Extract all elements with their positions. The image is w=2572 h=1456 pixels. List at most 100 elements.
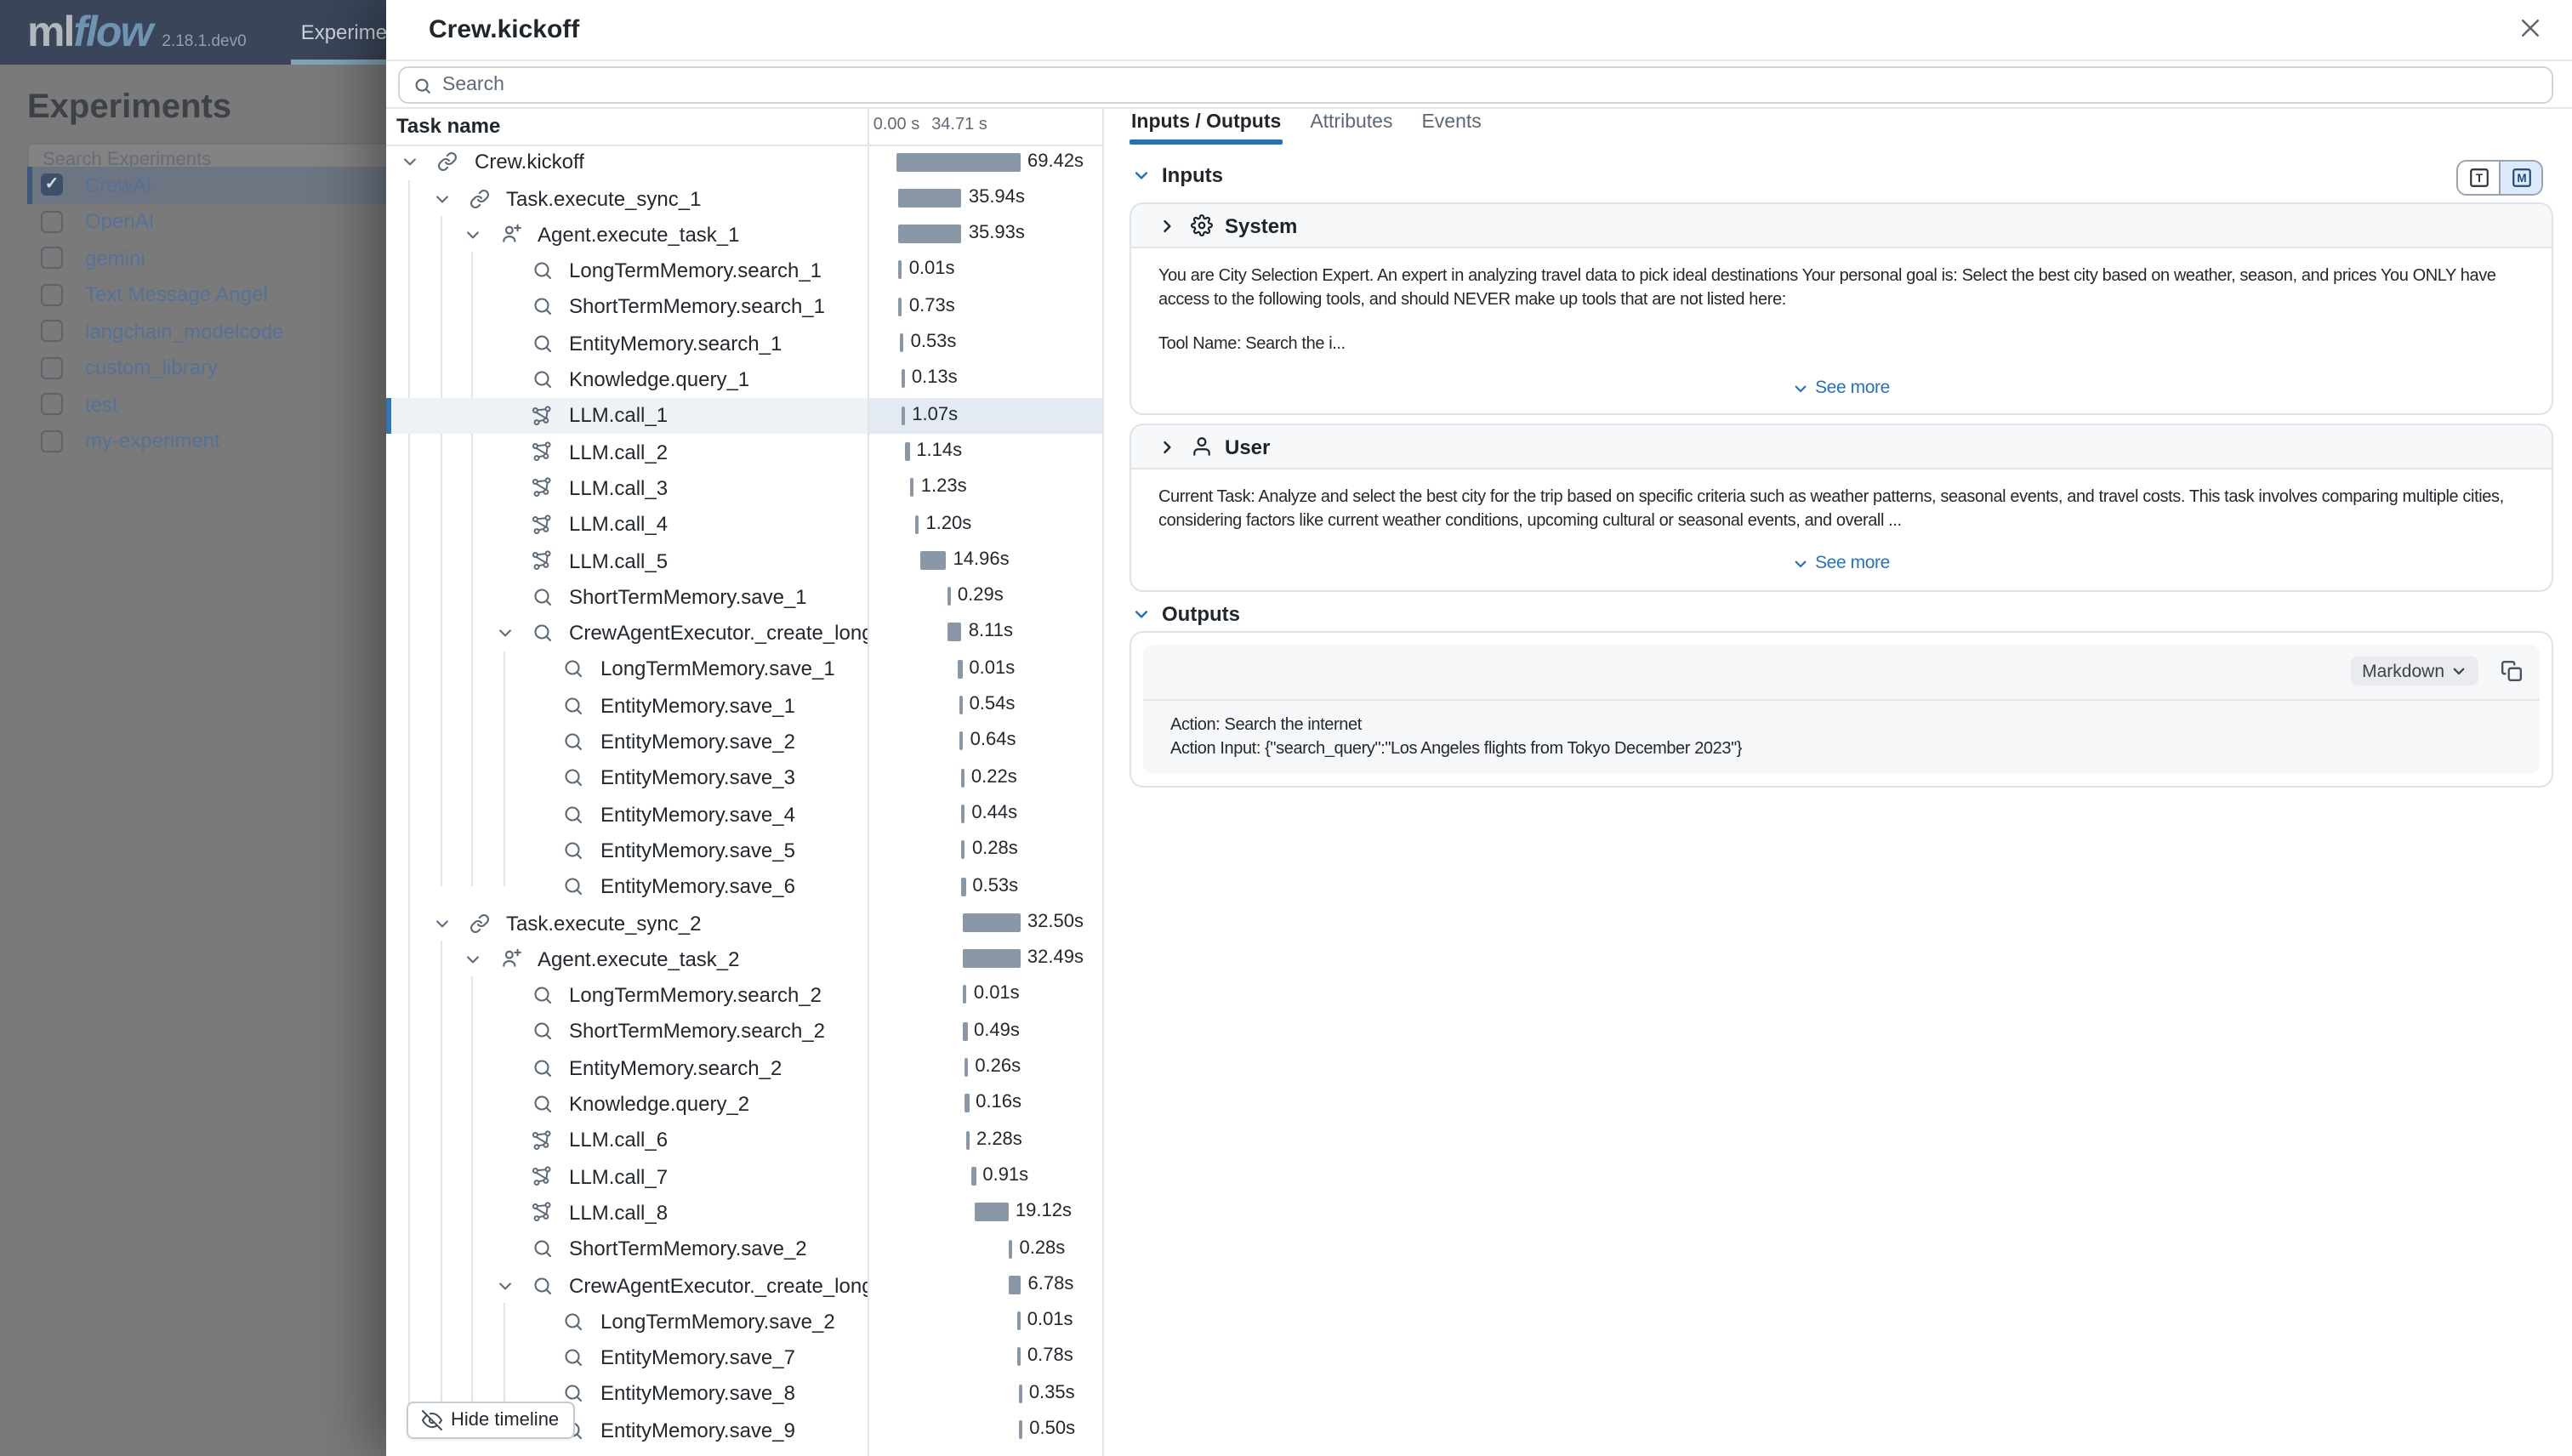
mlflow-logo[interactable]: mlflow 2.18.1.dev0 [27, 8, 247, 57]
close-icon[interactable] [2518, 15, 2548, 46]
chevron-down-icon[interactable] [396, 153, 424, 170]
span-row-ShortTermMemory.save_1[interactable]: ShortTermMemory.save_10.29s [386, 578, 1102, 615]
inputs-section-header[interactable]: Inputs [1133, 163, 1223, 187]
chevron-down-icon[interactable] [491, 1277, 518, 1294]
span-row-LLM.call_4[interactable]: LLM.call_41.20s [386, 506, 1102, 543]
timeline-cell: 1.14s [868, 434, 1102, 470]
user-card-header[interactable]: User [1131, 425, 2552, 469]
span-row-LLM.call_3[interactable]: LLM.call_31.23s [386, 470, 1102, 507]
span-row-CrewAgentExecutor._create_long_term_memory[interactable]: CrewAgentExecutor._create_long_term_memo… [386, 1267, 1102, 1304]
duration-bar [899, 298, 902, 316]
format-selector-dropdown[interactable]: Markdown [2350, 657, 2478, 685]
experiment-name-link[interactable]: OpenAI [85, 210, 154, 234]
experiment-name-link[interactable]: my-experiment [85, 429, 220, 453]
span-name-label: LLM.call_3 [569, 476, 668, 500]
chevron-down-icon[interactable] [428, 190, 455, 207]
copy-icon[interactable] [2501, 660, 2523, 682]
chevron-down-icon[interactable] [459, 951, 487, 968]
span-row-EntityMemory.save_2[interactable]: EntityMemory.save_20.64s [386, 724, 1102, 760]
system-message-card: System You are City Selection Expert. An… [1130, 202, 2553, 415]
experiments-heading: Experiments [27, 88, 231, 128]
span-row-LongTermMemory.search_2[interactable]: LongTermMemory.search_20.01s [386, 977, 1102, 1014]
span-row-CrewAgentExecutor._create_long_term_memory[interactable]: CrewAgentExecutor._create_long_term_memo… [386, 615, 1102, 651]
span-row-EntityMemory.save_7[interactable]: EntityMemory.save_70.78s [386, 1339, 1102, 1376]
timeline-cell: 0.73s [868, 289, 1102, 326]
system-see-more-link[interactable]: See more [1158, 377, 2524, 400]
text-view-button[interactable]: T [2458, 162, 2499, 194]
user-message-text: Current Task: Analyze and select the bes… [1158, 486, 2524, 532]
span-row-Agent.execute_task_2[interactable]: Agent.execute_task_232.49s [386, 941, 1102, 977]
trace-search-input[interactable]: Search [398, 66, 2553, 104]
span-row-ShortTermMemory.save_2[interactable]: ShortTermMemory.save_20.28s [386, 1231, 1102, 1267]
duration-bar [964, 1022, 967, 1041]
span-name-cell: Agent.execute_task_2 [386, 941, 868, 977]
experiment-name-link[interactable]: CrewAI [85, 173, 152, 197]
chevron-down-icon[interactable] [428, 914, 455, 931]
span-row-ShortTermMemory.search_2[interactable]: ShortTermMemory.search_20.49s [386, 1014, 1102, 1050]
duration-bar [961, 805, 964, 823]
experiment-name-link[interactable]: langchain_modelcode [85, 320, 284, 344]
timeline-cell: 0.29s [868, 578, 1102, 615]
span-row-Crew.kickoff[interactable]: Crew.kickoff69.42s [386, 144, 1102, 180]
search-icon [560, 837, 587, 864]
markdown-view-button[interactable]: M [2499, 162, 2541, 194]
span-row-Task.execute_sync_1[interactable]: Task.execute_sync_135.94s [386, 180, 1102, 217]
hide-timeline-button[interactable]: Hide timeline [407, 1402, 574, 1439]
system-card-header[interactable]: System [1131, 204, 2552, 248]
search-icon [528, 293, 555, 321]
checkbox-checked[interactable]: ✓ [41, 174, 63, 196]
experiment-name-link[interactable]: custom_library [85, 356, 218, 380]
span-row-Task.execute_sync_2[interactable]: Task.execute_sync_232.50s [386, 905, 1102, 941]
duration-label: 0.26s [975, 1056, 1021, 1077]
span-row-LongTermMemory.search_1[interactable]: LongTermMemory.search_10.01s [386, 253, 1102, 289]
checkbox-unchecked[interactable] [41, 211, 63, 233]
tab-inputs-outputs[interactable]: Inputs / Outputs [1130, 107, 1283, 143]
span-row-ShortTermMemory.search_1[interactable]: ShortTermMemory.search_10.73s [386, 289, 1102, 326]
duration-label: 32.50s [1027, 912, 1084, 932]
span-row-Knowledge.query_2[interactable]: Knowledge.query_20.16s [386, 1086, 1102, 1123]
experiment-name-link[interactable]: test [85, 393, 118, 417]
span-row-LongTermMemory.save_1[interactable]: LongTermMemory.save_10.01s [386, 651, 1102, 688]
checkbox-unchecked[interactable] [41, 357, 63, 379]
modal-header: Crew.kickoff [386, 0, 2572, 61]
duration-label: 1.14s [916, 441, 962, 461]
span-name-cell: ShortTermMemory.save_1 [386, 578, 868, 615]
span-row-LLM.call_8[interactable]: LLM.call_819.12s [386, 1195, 1102, 1231]
gear-icon [1191, 214, 1213, 236]
version-label: 2.18.1.dev0 [162, 31, 246, 50]
span-row-Knowledge.query_1[interactable]: Knowledge.query_10.13s [386, 361, 1102, 398]
span-row-LLM.call_2[interactable]: LLM.call_21.14s [386, 434, 1102, 470]
span-row-EntityMemory.save_1[interactable]: EntityMemory.save_10.54s [386, 687, 1102, 724]
span-name-label: LLM.call_5 [569, 549, 668, 572]
checkbox-unchecked[interactable] [41, 321, 63, 343]
checkbox-unchecked[interactable] [41, 394, 63, 416]
active-tab-underline [1130, 139, 1283, 145]
span-row-EntityMemory.search_2[interactable]: EntityMemory.search_20.26s [386, 1049, 1102, 1086]
duration-bar [972, 1167, 976, 1186]
checkbox-unchecked[interactable] [41, 247, 63, 270]
span-row-LLM.call_7[interactable]: LLM.call_70.91s [386, 1158, 1102, 1195]
outputs-section-header[interactable]: Outputs [1133, 602, 1240, 626]
span-row-EntityMemory.save_3[interactable]: EntityMemory.save_30.22s [386, 759, 1102, 796]
span-row-LLM.call_5[interactable]: LLM.call_514.96s [386, 543, 1102, 579]
span-row-LLM.call_6[interactable]: LLM.call_62.28s [386, 1122, 1102, 1158]
span-row-Agent.execute_task_1[interactable]: Agent.execute_task_135.93s [386, 216, 1102, 253]
checkbox-unchecked[interactable] [41, 284, 63, 306]
span-row-LLM.call_1[interactable]: LLM.call_11.07s [386, 397, 1102, 434]
user-see-more-link[interactable]: See more [1158, 553, 2524, 576]
experiment-name-link[interactable]: Text Message Angel [85, 283, 268, 307]
task-name-column-header: Task name [396, 114, 500, 138]
span-row-EntityMemory.save_5[interactable]: EntityMemory.save_50.28s [386, 833, 1102, 869]
tab-attributes[interactable]: Attributes [1308, 107, 1394, 143]
chevron-down-icon[interactable] [491, 624, 518, 641]
span-row-EntityMemory.search_1[interactable]: EntityMemory.search_10.53s [386, 325, 1102, 361]
span-row-LongTermMemory.save_2[interactable]: LongTermMemory.save_20.01s [386, 1303, 1102, 1339]
span-row-EntityMemory.save_4[interactable]: EntityMemory.save_40.44s [386, 796, 1102, 833]
span-name-cell: Knowledge.query_1 [386, 361, 868, 398]
chevron-down-icon[interactable] [459, 226, 487, 243]
experiment-name-link[interactable]: gemini [85, 247, 145, 270]
tab-events[interactable]: Events [1420, 107, 1482, 143]
timeline-cell: 32.50s [868, 905, 1102, 941]
checkbox-unchecked[interactable] [41, 430, 63, 452]
span-row-EntityMemory.save_6[interactable]: EntityMemory.save_60.53s [386, 868, 1102, 905]
